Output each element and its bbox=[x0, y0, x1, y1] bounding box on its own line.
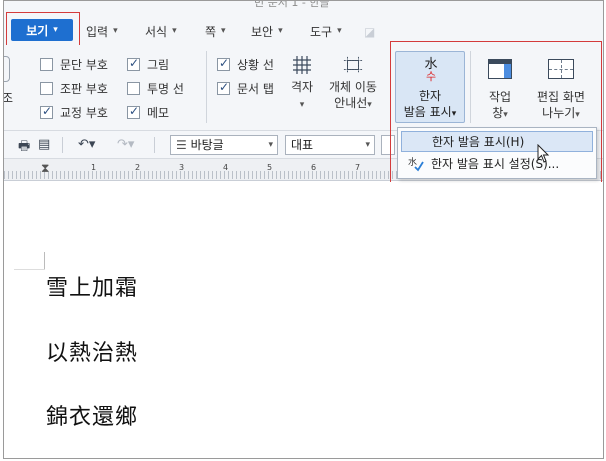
page-icon[interactable]: ▤ bbox=[38, 137, 50, 152]
checkbox-box[interactable] bbox=[40, 58, 53, 71]
print-icon[interactable]: 🖶 bbox=[18, 137, 30, 159]
undo-icon[interactable]: ↶▾ bbox=[78, 137, 95, 152]
mouse-cursor-icon bbox=[537, 144, 550, 163]
checkbox-label: 교정 부호 bbox=[60, 106, 108, 120]
page-corner-guide bbox=[14, 269, 45, 270]
menu-format[interactable]: 서식 ▾ bbox=[145, 21, 177, 41]
checkbox-transparent-line[interactable]: 투명 선 bbox=[127, 80, 184, 97]
menu-insert[interactable]: 입력 ▾ bbox=[86, 21, 118, 41]
window-title: 빈 문서 1 - 한글 bbox=[254, 0, 330, 9]
ruler-number: 6 bbox=[311, 163, 317, 172]
checkbox-paragraph-marks[interactable]: 문단 부호 bbox=[40, 56, 108, 73]
checkbox-label: 조판 부호 bbox=[60, 82, 108, 96]
style-icon: ☰ bbox=[176, 138, 187, 152]
ruler-number: 5 bbox=[267, 163, 273, 172]
document-line[interactable]: 雪上加霜 bbox=[46, 270, 138, 302]
grid-icon bbox=[293, 56, 311, 74]
ribbon-separator bbox=[206, 51, 207, 123]
toolbar-separator bbox=[62, 137, 63, 153]
checkbox-label: 메모 bbox=[147, 106, 170, 120]
redo-icon[interactable]: ↷▾ bbox=[117, 137, 134, 152]
document-line[interactable]: 錦衣還鄉 bbox=[46, 399, 138, 431]
menu-tools[interactable]: 도구 ▾ bbox=[310, 21, 342, 41]
grid-button[interactable]: 격자 ▾ bbox=[287, 55, 317, 113]
menu-insert-label: 입력 bbox=[86, 24, 109, 39]
checkbox-label: 그림 bbox=[147, 58, 170, 72]
chevron-down-icon: ▾ bbox=[367, 100, 372, 110]
checkbox-box[interactable] bbox=[217, 80, 230, 95]
checkbox-picture[interactable]: 그림 bbox=[127, 56, 169, 73]
ruler-number: 2 bbox=[135, 163, 141, 172]
checkbox-box[interactable] bbox=[217, 56, 230, 71]
ruler-number: 7 bbox=[355, 163, 361, 172]
document-line[interactable]: 以熱治熱 bbox=[46, 335, 138, 367]
pronunciation-settings-icon: 水 bbox=[408, 156, 424, 172]
chevron-down-icon: ▾ bbox=[278, 26, 283, 36]
paragraph-style-value: 바탕글 bbox=[190, 138, 224, 152]
menu-item-label: 한자 발음 표시(H) bbox=[432, 135, 525, 149]
ruler-number: 4 bbox=[223, 163, 229, 172]
checkbox-proofreading-marks[interactable]: 교정 부호 bbox=[40, 104, 108, 121]
checkbox-memo[interactable]: 메모 bbox=[127, 104, 169, 121]
svg-text:水: 水 bbox=[408, 156, 417, 168]
menu-security[interactable]: 보안 ▾ bbox=[251, 21, 283, 41]
chevron-down-icon: ▾ bbox=[337, 26, 342, 36]
chevron-down-icon: ▾ bbox=[365, 140, 370, 150]
checkbox-box[interactable] bbox=[40, 82, 53, 95]
indent-marker-icon[interactable]: ⧗ bbox=[41, 161, 49, 176]
checkbox-box[interactable] bbox=[127, 104, 140, 119]
ruler-number: 1 bbox=[91, 163, 97, 172]
object-guide-button[interactable]: 개체 이동 안내선▾ bbox=[322, 55, 384, 113]
ruler-number: 3 bbox=[179, 163, 185, 172]
font-category-value: 대표 bbox=[291, 138, 314, 152]
paragraph-style-combo[interactable]: ☰ 바탕글 ▾ bbox=[170, 135, 278, 155]
chevron-down-icon: ▾ bbox=[113, 26, 118, 36]
checkbox-box[interactable] bbox=[127, 82, 140, 95]
menu-security-label: 보안 bbox=[251, 24, 274, 39]
checkbox-label: 투명 선 bbox=[147, 82, 184, 96]
checkbox-label: 문서 탭 bbox=[237, 82, 274, 96]
chevron-down-icon: ▾ bbox=[221, 26, 226, 36]
object-guide-label-2: 안내선 bbox=[334, 96, 368, 110]
menu-page[interactable]: 쪽 ▾ bbox=[205, 21, 226, 41]
highlight-box-menu bbox=[6, 12, 80, 47]
object-guide-label-1: 개체 이동 bbox=[329, 80, 377, 94]
menu-item-pronunciation-settings[interactable]: 水 한자 발음 표시 설정(S)... bbox=[401, 154, 593, 175]
extension-icon[interactable]: ◪ bbox=[364, 25, 378, 39]
font-category-combo[interactable]: 대표 ▾ bbox=[285, 135, 375, 155]
checkbox-label: 상황 선 bbox=[237, 58, 274, 72]
toolbar-separator bbox=[154, 137, 155, 153]
guide-lines-icon bbox=[343, 56, 363, 74]
hanja-pronunciation-dropdown: 한자 발음 표시(H) 水 한자 발음 표시 설정(S)... bbox=[397, 127, 597, 179]
menu-page-label: 쪽 bbox=[205, 24, 217, 39]
document-canvas[interactable]: 雪上加霜 以熱治熱 錦衣還鄉 bbox=[4, 182, 603, 458]
checkbox-label: 문단 부호 bbox=[60, 58, 108, 72]
grid-button-label: 격자 bbox=[290, 80, 314, 94]
checkbox-box[interactable] bbox=[127, 56, 140, 71]
chevron-down-icon: ▾ bbox=[268, 140, 273, 150]
chevron-down-icon: ▾ bbox=[299, 100, 305, 110]
checkbox-status-line[interactable]: 상황 선 bbox=[217, 56, 274, 73]
checkbox-box[interactable] bbox=[40, 104, 53, 119]
page-corner-mark bbox=[37, 252, 45, 270]
menu-tools-label: 도구 bbox=[310, 24, 333, 39]
cropped-label: 조 bbox=[3, 91, 14, 105]
checkbox-document-tab[interactable]: 문서 탭 bbox=[217, 80, 274, 97]
chevron-down-icon: ▾ bbox=[172, 26, 177, 36]
menu-format-label: 서식 bbox=[145, 24, 168, 39]
app-window: 빈 문서 1 - 한글 보기 ▾ 입력 ▾ 서식 ▾ 쪽 ▾ 보안 ▾ 도구 ▾… bbox=[3, 0, 604, 459]
menu-bar: 빈 문서 1 - 한글 보기 ▾ 입력 ▾ 서식 ▾ 쪽 ▾ 보안 ▾ 도구 ▾… bbox=[4, 0, 603, 47]
cropped-button-edge bbox=[4, 56, 10, 82]
checkbox-layout-marks[interactable]: 조판 부호 bbox=[40, 80, 108, 97]
menu-item-show-pronunciation[interactable]: 한자 발음 표시(H) bbox=[401, 131, 593, 152]
